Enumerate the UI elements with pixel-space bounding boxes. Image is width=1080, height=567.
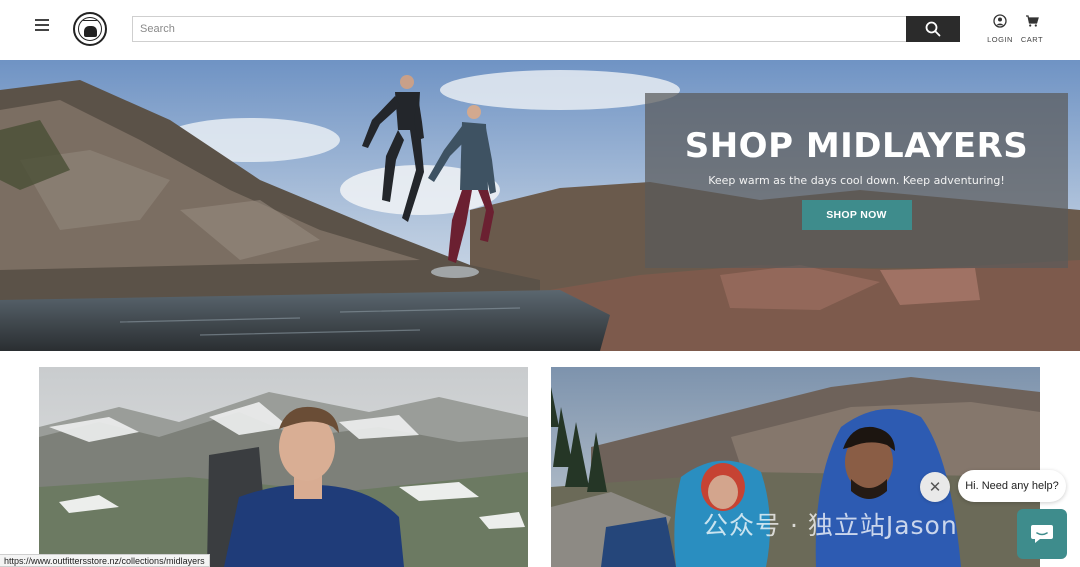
collection-tile-hiker[interactable] [39,367,528,567]
hiker-image [39,367,528,567]
cart-icon [1026,15,1039,27]
status-bar-url: https://www.outfittersstore.nz/collectio… [0,554,210,567]
hero-promo-panel: SHOP MIDLAYERS Keep warm as the days coo… [645,93,1068,268]
search-icon [925,21,941,37]
cart-label: CART [1020,35,1044,44]
user-icon [993,14,1007,28]
shop-now-button[interactable]: SHOP NOW [801,200,912,230]
hero-subtitle: Keep warm as the days cool down. Keep ad… [708,174,1005,187]
chat-close-button[interactable]: ✕ [920,472,950,502]
chat-greeting-text: Hi. Need any help? [965,480,1059,492]
login-link[interactable]: LOGIN [982,14,1018,44]
login-label: LOGIN [987,35,1013,44]
logo-emblem [78,17,102,41]
search-input[interactable] [133,17,906,41]
site-header: LOGIN CART [0,0,1080,60]
hero-title: SHOP MIDLAYERS [684,126,1029,166]
search-field[interactable] [132,16,906,42]
cart-link[interactable]: CART [1014,14,1050,44]
chat-greeting-bubble[interactable]: Hi. Need any help? [958,470,1066,502]
chat-launcher-button[interactable] [1017,509,1067,559]
search-button[interactable] [906,16,960,42]
watermark-text: 公众号 · 独立站Jason [703,511,958,540]
close-icon: ✕ [928,479,942,496]
store-logo[interactable] [73,12,107,46]
hero-banner[interactable]: SHOP MIDLAYERS Keep warm as the days coo… [0,60,1080,351]
menu-icon[interactable] [35,19,49,31]
chat-icon [1031,525,1053,543]
